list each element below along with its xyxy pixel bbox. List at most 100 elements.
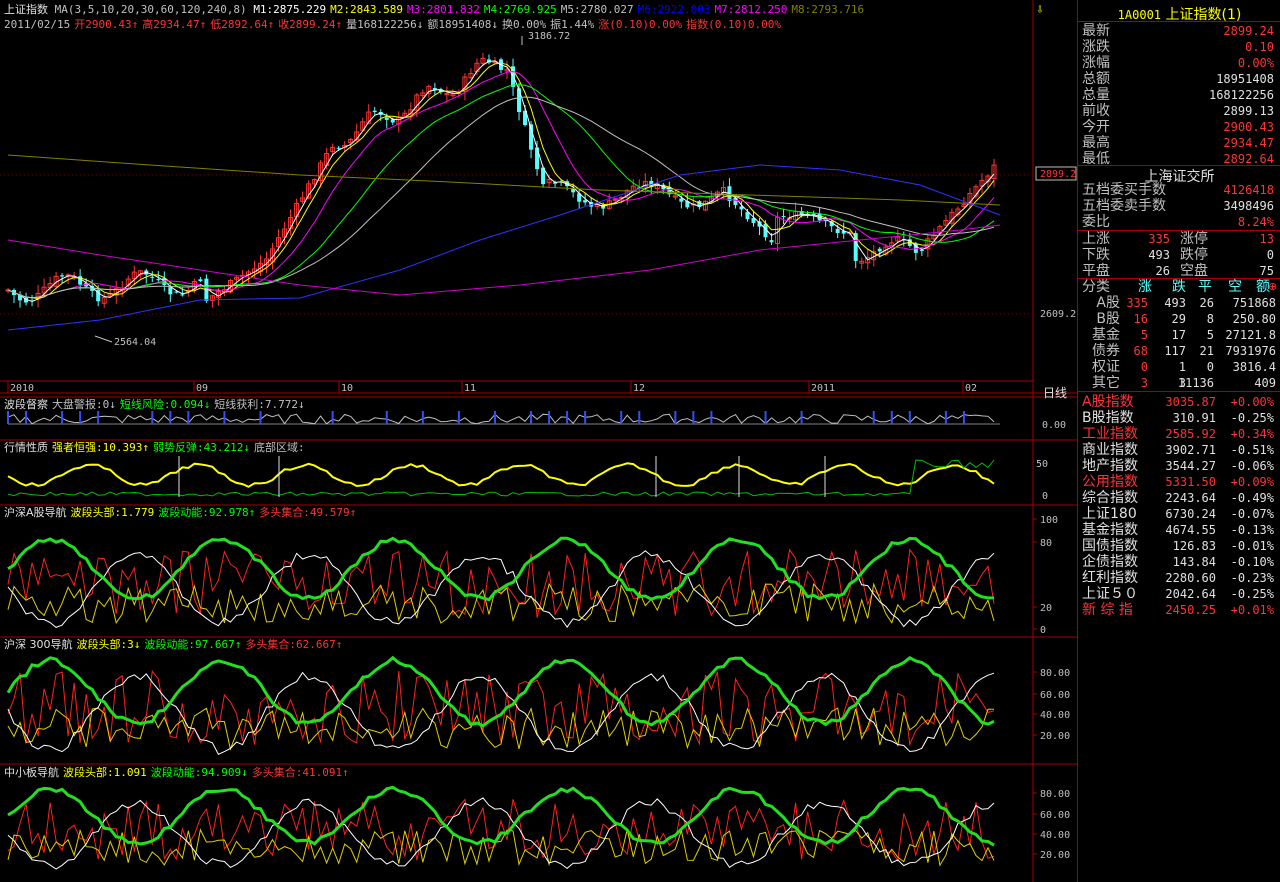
quote-row: 五档委买手数 4126418: [1080, 182, 1278, 198]
quote-value: 2899.24: [1223, 24, 1274, 38]
candle-body: [517, 88, 522, 113]
candle-body: [679, 198, 684, 202]
category-cell: 27121.8: [1225, 328, 1276, 342]
indicator-line: [7, 785, 995, 847]
index-row[interactable]: 红利指数 2280.60 -0.23%: [1080, 570, 1278, 586]
category-cell: A股: [1096, 295, 1120, 311]
quote-label: 最高: [1082, 135, 1110, 151]
breadth-value: 26: [1155, 264, 1170, 278]
expand-icon[interactable]: ⊕: [1268, 279, 1277, 295]
quote-value: 168122256: [1208, 88, 1274, 102]
ma-line: [7, 60, 995, 302]
ma-line: [7, 154, 1001, 206]
panel-axis-label: 20.00: [1040, 731, 1070, 742]
candle-body: [198, 279, 203, 282]
x-axis-label: 12: [633, 383, 645, 394]
quote-label: 总量: [1082, 87, 1110, 103]
index-row[interactable]: 公用指数 5331.50 +0.09%: [1080, 474, 1278, 490]
panel-indicator: 波段动能:94.909↓: [150, 766, 248, 779]
category-header: 分类涨跌平空额 ⊕: [1080, 279, 1278, 295]
index-row[interactable]: B股指数 310.91 -0.25%: [1080, 410, 1278, 426]
breadth-value: 13: [1259, 232, 1274, 246]
index-row[interactable]: 上证180 6730.24 -0.07%: [1080, 506, 1278, 522]
breadth-value: 0: [1266, 248, 1274, 262]
category-cell: 68: [1133, 344, 1148, 358]
category-cell: 7931976: [1225, 344, 1276, 358]
index-value: 5331.50: [1165, 475, 1216, 489]
category-header-cell: 分类: [1082, 279, 1110, 295]
index-name: 企债指数: [1082, 554, 1138, 570]
panel-header-zxb: 中小板导航 波段头部:1.091 波段动能:94.909↓ 多头集合:41.091↑: [4, 766, 353, 779]
index-name: 国债指数: [1082, 538, 1138, 554]
index-change: +0.01%: [1230, 603, 1274, 617]
panel-indicator: 波段动能:92.978↑: [158, 506, 256, 519]
price-tag: 2899.2: [1040, 169, 1076, 180]
peak-label: 3186.72: [528, 31, 570, 42]
chart-area[interactable]: 上证指数 MA(3,5,10,20,30,60,120,240,8) M1:28…: [0, 0, 1077, 882]
category-header-cell: 跌: [1172, 279, 1186, 295]
panel-indicator: 底部区域:: [253, 441, 305, 454]
quote-value: 0.10: [1245, 40, 1274, 54]
index-value: 3544.27: [1165, 459, 1216, 473]
panel-header-bodu: 波段督察 大盘警报:0↓ 短线风险:0.094↓ 短线获利:7.772↓: [4, 398, 309, 411]
low-label: 2564.04: [114, 337, 156, 348]
order-value: 3498496: [1223, 199, 1274, 213]
category-cell: 0: [1206, 360, 1214, 374]
quote-row: 涨跌 0.10: [1080, 39, 1278, 55]
ma-line: [7, 84, 995, 299]
index-name: 红利指数: [1082, 570, 1138, 586]
index-row[interactable]: 新 综 指 2450.25 +0.01%: [1080, 602, 1278, 618]
x-axis-label: 10: [341, 383, 353, 394]
x-axis-label: 02: [965, 383, 977, 394]
index-change: -0.25%: [1230, 587, 1274, 601]
breadth-label: 下跌: [1082, 247, 1110, 263]
breadth-row: 上涨 335 涨停 13: [1080, 231, 1278, 247]
quote-label: 总额: [1082, 71, 1110, 87]
index-name: 工业指数: [1082, 426, 1138, 442]
index-row[interactable]: 工业指数 2585.92 +0.34%: [1080, 426, 1278, 442]
candle-body: [835, 228, 840, 234]
candle-body: [384, 117, 389, 120]
index-value: 2243.64: [1165, 491, 1216, 505]
index-row[interactable]: 地产指数 3544.27 -0.06%: [1080, 458, 1278, 474]
category-row: B股 16 29 8 250.80: [1080, 311, 1278, 327]
index-row[interactable]: 商业指数 3902.71 -0.51%: [1080, 442, 1278, 458]
period-label[interactable]: 日线: [1043, 384, 1067, 401]
indicator-line: [7, 669, 995, 747]
candle-body: [390, 119, 395, 123]
category-row: 权证 0 1 0 3816.4: [1080, 359, 1278, 375]
quote-value: 2900.43: [1223, 120, 1274, 134]
category-cell: 其它: [1092, 375, 1120, 391]
candle-body: [612, 198, 618, 201]
breadth-row: 下跌 493 跌停 0: [1080, 247, 1278, 263]
index-name: 上证５０: [1082, 586, 1138, 602]
panel-axis-label: 60.00: [1040, 690, 1070, 701]
candle-body: [781, 216, 786, 218]
category-header-cell: 涨: [1138, 279, 1152, 295]
order-value: 8.24%: [1237, 215, 1274, 229]
quote-value: 2899.13: [1223, 104, 1274, 118]
index-change: -0.23%: [1230, 571, 1274, 585]
quote-label: 前收: [1082, 103, 1110, 119]
panel-axis-label: 80.00: [1040, 668, 1070, 679]
quote-row: 总量 168122256: [1080, 87, 1278, 103]
breadth-value: 493: [1148, 248, 1170, 262]
index-row[interactable]: 上证５０ 2042.64 -0.25%: [1080, 586, 1278, 602]
index-row[interactable]: 综合指数 2243.64 -0.49%: [1080, 490, 1278, 506]
panel-title: 沪深 300导航: [4, 638, 73, 651]
index-change: +0.00%: [1230, 395, 1274, 409]
category-cell: 29: [1171, 312, 1186, 326]
index-name: 新 综 指: [1082, 602, 1133, 618]
category-cell: 0: [1140, 360, 1148, 374]
index-row[interactable]: 基金指数 4674.55 -0.13%: [1080, 522, 1278, 538]
order-label: 五档委买手数: [1082, 182, 1166, 198]
index-row[interactable]: A股指数 3035.87 +0.00%: [1080, 394, 1278, 410]
index-row[interactable]: 国债指数 126.83 -0.01%: [1080, 538, 1278, 554]
index-row[interactable]: 企债指数 143.84 -0.10%: [1080, 554, 1278, 570]
panel-indicator: 波段头部:1.779: [70, 506, 155, 519]
panel-axis-label: 40.00: [1040, 830, 1070, 841]
quote-label: 涨跌: [1082, 39, 1110, 55]
price-axis-label: 2609.2: [1040, 309, 1076, 320]
indicator-line: [6, 655, 995, 728]
panel-title: 行情性质: [4, 441, 48, 454]
